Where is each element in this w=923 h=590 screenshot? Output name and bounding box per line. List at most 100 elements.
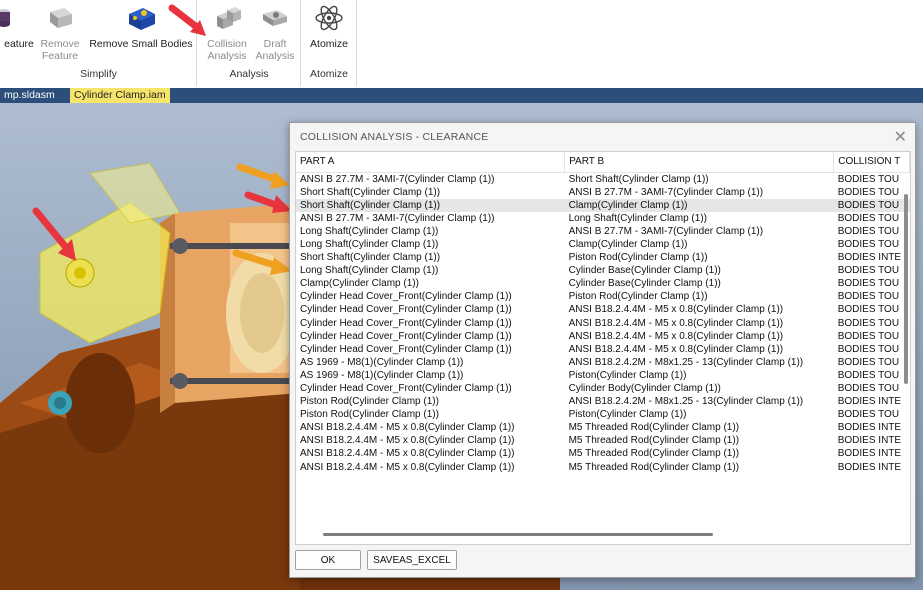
cell-collision-type: BODIES TOU <box>837 225 900 237</box>
cell-collision-type: BODIES TOU <box>837 212 900 224</box>
cell-collision-type: BODIES TOU <box>833 198 910 212</box>
cell-part-b: Piston Rod(Cylinder Clamp (1)) <box>568 252 708 264</box>
table-row[interactable]: Cylinder Head Cover_Front(Cylinder Clamp… <box>296 382 910 395</box>
cell-part-b: ANSI B18.2.4.4M - M5 x 0.8(Cylinder Clam… <box>568 330 784 342</box>
table-row[interactable]: Short Shaft(Cylinder Clamp (1)) ANSI B 27… <box>296 186 910 199</box>
cell-collision-type: BODIES INTE <box>837 252 902 264</box>
cell-part-b: M5 Threaded Rod(Cylinder Clamp (1)) <box>568 422 740 434</box>
table-row[interactable]: Cylinder Head Cover_Front(Cylinder Clamp… <box>296 317 910 330</box>
cell-part-b: Cylinder Body(Cylinder Clamp (1)) <box>568 383 721 394</box>
cell-collision-type: BODIES TOU <box>837 304 900 316</box>
cell-part-a: ANSI B18.2.4.4M - M5 x 0.8(Cylinder Clam… <box>300 461 515 473</box>
ribbon-group-analysis: Collision Analysis Draft Analysis Analys… <box>197 0 301 86</box>
ribbon-group-atomize: Atomize Atomize <box>301 0 357 86</box>
red-arrow-icon <box>244 191 292 213</box>
ribbon: eature Remove Feature Remove Small Bodie… <box>0 0 923 88</box>
dialog-title: COLLISION ANALYSIS - CLEARANCE <box>300 131 489 143</box>
document-tab-bar: mp.sldasm Cylinder Clamp.iam <box>0 88 923 103</box>
table-row[interactable]: Clamp(Cylinder Clamp (1)) Cylinder Base(C… <box>296 277 910 290</box>
cell-part-a: AS 1969 - M8(1)(Cylinder Clamp (1)) <box>300 369 464 381</box>
cell-part-b: M5 Threaded Rod(Cylinder Clamp (1)) <box>568 461 740 473</box>
table-row[interactable]: Short Shaft(Cylinder Clamp (1)) Clamp(Cyl… <box>296 198 910 212</box>
cell-part-b: ANSI B18.2.4.4M - M5 x 0.8(Cylinder Clam… <box>568 343 784 355</box>
table-row[interactable]: Short Shaft(Cylinder Clamp (1)) Piston Ro… <box>296 251 910 264</box>
table-row[interactable]: Long Shaft(Cylinder Clamp (1)) ANSI B 27.… <box>296 225 910 238</box>
cell-collision-type: BODIES INTE <box>837 461 902 473</box>
table-row[interactable]: ANSI B18.2.4.4M - M5 x 0.8(Cylinder Clam… <box>296 461 910 474</box>
cell-part-a: Piston Rod(Cylinder Clamp (1)) <box>300 396 439 408</box>
cell-part-a: Short Shaft(Cylinder Clamp (1)) <box>296 198 565 212</box>
cell-part-b: Cylinder Base(Cylinder Clamp (1)) <box>568 278 721 290</box>
cell-collision-type: BODIES TOU <box>837 343 900 355</box>
column-header-part-b[interactable]: PART B <box>564 152 835 173</box>
cell-part-b: ANSI B18.2.4.4M - M5 x 0.8(Cylinder Clam… <box>568 304 784 316</box>
cell-part-a: Short Shaft(Cylinder Clamp (1)) <box>300 252 441 264</box>
remove-feature-button[interactable]: Remove Feature <box>38 2 82 62</box>
tab-cylinder-clamp-sldasm[interactable]: mp.sldasm <box>0 88 59 103</box>
cell-part-b: M5 Threaded Rod(Cylinder Clamp (1)) <box>568 435 740 447</box>
results-grid: PART A PART B COLLISION T ANSI B 27.7M -… <box>296 152 910 474</box>
cell-collision-type: BODIES INTE <box>837 422 902 434</box>
table-row[interactable]: Cylinder Head Cover_Front(Cylinder Clamp… <box>296 290 910 303</box>
horizontal-scrollbar[interactable] <box>323 533 713 536</box>
cell-part-a: Cylinder Head Cover_Front(Cylinder Clamp… <box>300 383 512 394</box>
table-row[interactable]: ANSI B18.2.4.4M - M5 x 0.8(Cylinder Clam… <box>296 421 910 434</box>
feature-icon <box>0 9 10 27</box>
cell-part-a: Piston Rod(Cylinder Clamp (1)) <box>300 409 439 421</box>
table-row[interactable]: Cylinder Head Cover_Front(Cylinder Clamp… <box>296 303 910 316</box>
cell-part-a: Clamp(Cylinder Clamp (1)) <box>300 278 419 290</box>
feature-button[interactable]: eature <box>0 2 38 50</box>
column-header-collision-type[interactable]: COLLISION T <box>833 152 910 173</box>
orange-arrow-icon <box>236 163 290 189</box>
cell-collision-type: BODIES TOU <box>837 330 900 342</box>
cell-part-b: Short Shaft(Cylinder Clamp (1)) <box>568 173 709 185</box>
close-icon[interactable]: ✕ <box>894 127 907 147</box>
table-row[interactable]: ANSI B 27.7M - 3AMI-7(Cylinder Clamp (1)… <box>296 172 910 186</box>
cell-part-a: ANSI B 27.7M - 3AMI-7(Cylinder Clamp (1)… <box>300 173 495 185</box>
remove-small-bodies-icon <box>129 8 155 30</box>
cell-part-a: Cylinder Head Cover_Front(Cylinder Clamp… <box>300 291 512 303</box>
ok-button[interactable]: OK <box>295 550 361 570</box>
cell-part-a: ANSI B18.2.4.4M - M5 x 0.8(Cylinder Clam… <box>300 435 515 447</box>
cell-collision-type: BODIES INTE <box>837 396 902 408</box>
table-row[interactable]: AS 1969 - M8(1)(Cylinder Clamp (1)) Pisto… <box>296 369 910 382</box>
column-header-part-a[interactable]: PART A <box>296 152 566 173</box>
cell-part-a: Short Shaft(Cylinder Clamp (1)) <box>300 186 441 198</box>
table-row[interactable]: ANSI B 27.7M - 3AMI-7(Cylinder Clamp (1)… <box>296 212 910 225</box>
collision-results-table[interactable]: PART A PART B COLLISION T ANSI B 27.7M -… <box>295 151 911 545</box>
cell-part-a: Long Shaft(Cylinder Clamp (1)) <box>300 225 439 237</box>
table-row[interactable]: Piston Rod(Cylinder Clamp (1)) ANSI B18.2… <box>296 395 910 408</box>
tab-cylinder-clamp-iam[interactable]: Cylinder Clamp.iam <box>70 88 170 103</box>
cell-collision-type: BODIES TOU <box>837 356 900 368</box>
table-row[interactable]: ANSI B18.2.4.4M - M5 x 0.8(Cylinder Clam… <box>296 434 910 447</box>
cell-collision-type: BODIES TOU <box>837 369 900 381</box>
cell-part-b: Piston(Cylinder Clamp (1)) <box>568 369 687 381</box>
cell-part-b: ANSI B 27.7M - 3AMI-7(Cylinder Clamp (1)… <box>568 225 764 237</box>
table-header-row: PART A PART B COLLISION T <box>296 152 910 173</box>
cell-collision-type: BODIES TOU <box>837 278 900 290</box>
table-row[interactable]: Cylinder Head Cover_Front(Cylinder Clamp… <box>296 330 910 343</box>
table-row[interactable]: AS 1969 - M8(1)(Cylinder Clamp (1)) ANSI … <box>296 356 910 369</box>
cell-part-b: Piston(Cylinder Clamp (1)) <box>568 409 687 421</box>
collision-analysis-dialog: COLLISION ANALYSIS - CLEARANCE ✕ PART A … <box>289 122 916 578</box>
red-arrow-icon <box>32 207 76 261</box>
cell-collision-type: BODIES TOU <box>837 383 900 394</box>
cell-collision-type: BODIES TOU <box>837 173 900 185</box>
table-row[interactable]: Cylinder Head Cover_Front(Cylinder Clamp… <box>296 343 910 356</box>
table-row[interactable]: Long Shaft(Cylinder Clamp (1)) Cylinder B… <box>296 264 910 277</box>
vertical-scrollbar[interactable] <box>904 194 908 384</box>
atomize-button[interactable]: Atomize <box>305 2 353 50</box>
cell-collision-type: BODIES TOU <box>837 409 900 421</box>
table-row[interactable]: Long Shaft(Cylinder Clamp (1)) Clamp(Cyli… <box>296 238 910 251</box>
save-as-excel-button[interactable]: SAVEAS_EXCEL <box>367 550 457 570</box>
cell-part-b: Piston Rod(Cylinder Clamp (1)) <box>568 291 708 303</box>
cell-part-b: ANSI B18.2.4.2M - M8x1.25 - 13(Cylinder … <box>568 356 804 368</box>
remove-feature-icon <box>50 8 72 28</box>
cell-part-a: Cylinder Head Cover_Front(Cylinder Clamp… <box>300 343 512 355</box>
cell-part-a: Long Shaft(Cylinder Clamp (1)) <box>300 265 439 277</box>
table-row[interactable]: Piston Rod(Cylinder Clamp (1)) Piston(Cyl… <box>296 408 910 421</box>
draft-analysis-button[interactable]: Draft Analysis <box>253 2 297 62</box>
table-row[interactable]: ANSI B18.2.4.4M - M5 x 0.8(Cylinder Clam… <box>296 447 910 460</box>
cell-part-a: ANSI B18.2.4.4M - M5 x 0.8(Cylinder Clam… <box>300 422 515 434</box>
cell-part-a: Cylinder Head Cover_Front(Cylinder Clamp… <box>300 330 512 342</box>
